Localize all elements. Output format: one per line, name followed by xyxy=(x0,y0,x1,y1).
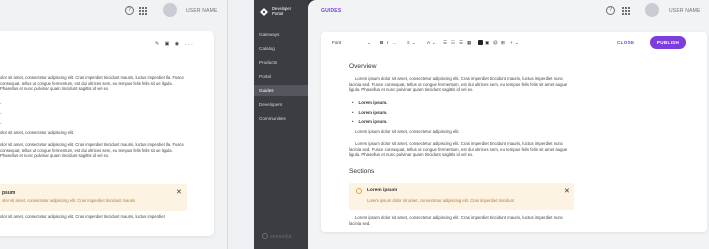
link-icon[interactable]: @ xyxy=(493,40,498,45)
italic-button[interactable]: I xyxy=(387,40,388,45)
callout-body: olor sit amet, consectetur adipiscing el… xyxy=(2,198,136,203)
logo-line-2: Portal xyxy=(272,10,283,16)
table-icon[interactable]: ▦ xyxy=(467,40,471,46)
sidebar-item-guides[interactable]: Guides xyxy=(254,85,308,96)
sidebar-item-products[interactable]: Products xyxy=(254,57,308,68)
add-icon[interactable]: + xyxy=(510,40,513,45)
more-formatting-button[interactable]: ... xyxy=(393,40,397,45)
paragraph: olor sit amet, consectetur adipiscing el… xyxy=(0,214,165,219)
align-icon[interactable]: ≡ xyxy=(407,40,410,45)
list-item: Lorem ipsum. xyxy=(352,100,388,105)
logo-mark-icon xyxy=(260,8,268,16)
help-icon[interactable]: ? xyxy=(606,6,615,15)
chevron-down-icon[interactable]: ⌄ xyxy=(432,40,436,46)
sections-heading: Sections xyxy=(349,168,375,175)
chevron-down-icon[interactable]: ⌄ xyxy=(367,40,371,46)
avatar[interactable] xyxy=(163,3,177,17)
callout-body: Lorem ipsum dolor sit amet, consectetur … xyxy=(367,198,515,203)
page-title: GUIDES xyxy=(321,8,342,14)
numbered-list-icon[interactable]: ☷ xyxy=(451,40,455,46)
guide-editor: Font ⌄ B I ... ≡ ⌄ A ⌄ ☰ ☷ ☰ ▦ ▣ @ ⊞ + ⌄… xyxy=(321,32,707,232)
list-marker: - xyxy=(0,101,2,106)
username[interactable]: USER NAME xyxy=(186,8,218,14)
logo-text: Developer Portal xyxy=(272,6,291,17)
sidebar-item-communities[interactable]: Communities xyxy=(254,113,308,124)
background-header: ? USER NAME xyxy=(0,0,227,24)
close-icon[interactable]: ✕ xyxy=(564,187,570,195)
apps-grid-icon[interactable] xyxy=(139,7,147,15)
callout: psum olor sit amet, consectetur adipisci… xyxy=(0,184,187,211)
close-icon[interactable]: ✕ xyxy=(176,188,182,196)
brand-mark-icon xyxy=(262,233,268,239)
bold-button[interactable]: B xyxy=(380,40,383,45)
logo[interactable]: Developer Portal xyxy=(259,6,307,20)
paragraph: Lorem ipsum dolor sit amet, consectetur … xyxy=(349,76,568,93)
image-icon[interactable]: ▣ xyxy=(485,40,489,46)
chevron-down-icon[interactable]: ⌄ xyxy=(515,40,519,46)
callout-title: Lorem ipsum xyxy=(367,188,398,193)
footer-brand: sensedia xyxy=(262,233,292,240)
sidebar-item-portal[interactable]: Portal xyxy=(254,71,308,82)
username[interactable]: USER NAME xyxy=(669,8,701,14)
checklist-icon[interactable] xyxy=(478,40,483,45)
editor-toolbar: Font ⌄ B I ... ≡ ⌄ A ⌄ ☰ ☷ ☰ ▦ ▣ @ ⊞ + ⌄… xyxy=(321,32,707,54)
close-button[interactable]: CLOSE xyxy=(617,40,634,45)
list-item: Lorem ipsum. xyxy=(352,119,388,124)
list-marker: - xyxy=(0,121,2,126)
content-area: GUIDES ? USER NAME Font ⌄ B I ... ≡ ⌄ A … xyxy=(308,0,709,249)
paragraph: olor sit amet, consectetur adipiscing el… xyxy=(0,130,75,135)
help-icon[interactable]: ? xyxy=(125,6,134,15)
main-screen: Developer Portal Gateways Catalog Produc… xyxy=(254,0,709,249)
bullet-list-icon[interactable]: ☰ xyxy=(443,40,447,46)
footer-brand-text: sensedia xyxy=(270,234,292,240)
sidebar: Developer Portal Gateways Catalog Produc… xyxy=(254,0,308,249)
chevron-down-icon[interactable]: ⌄ xyxy=(412,40,416,46)
avatar[interactable] xyxy=(645,3,659,17)
background-screen: ? USER NAME ✎ ▣ ◉ ... olor sit amet, con… xyxy=(0,0,228,249)
callout: Lorem ipsum Lorem ipsum dolor sit amet, … xyxy=(349,183,574,210)
paragraph: olor sit amet, consectetur adipiscing el… xyxy=(0,75,184,92)
callout-title: psum xyxy=(2,190,16,196)
list-item: Lorem ipsum. xyxy=(352,110,388,115)
embed-icon[interactable]: ⊞ xyxy=(501,40,505,46)
apps-grid-icon[interactable] xyxy=(622,7,630,15)
font-size-icon[interactable]: A xyxy=(427,40,430,45)
card-toolbar-icons[interactable]: ✎ ▣ ◉ ... xyxy=(155,41,195,47)
paragraph: Lorem ipsum dolor sit amet, consectetur … xyxy=(349,141,568,158)
overview-heading: Overview xyxy=(349,63,377,70)
sidebar-item-catalog[interactable]: Catalog xyxy=(254,43,308,54)
list-marker: - xyxy=(0,111,2,116)
info-circle-icon xyxy=(356,188,362,194)
paragraph: olor sit amet, consectetur adipiscing el… xyxy=(0,142,184,159)
paragraph: Lorem ipsum dolor sit amet, consectetur … xyxy=(349,215,564,226)
indent-icon[interactable]: ☰ xyxy=(459,40,463,46)
sidebar-item-gateways[interactable]: Gateways xyxy=(254,29,308,40)
sidebar-item-developers[interactable]: Developers xyxy=(254,99,308,110)
publish-button[interactable]: PUBLISH xyxy=(650,36,686,49)
paragraph: Lorem ipsum dolor sit amet, consectetur … xyxy=(355,129,460,134)
